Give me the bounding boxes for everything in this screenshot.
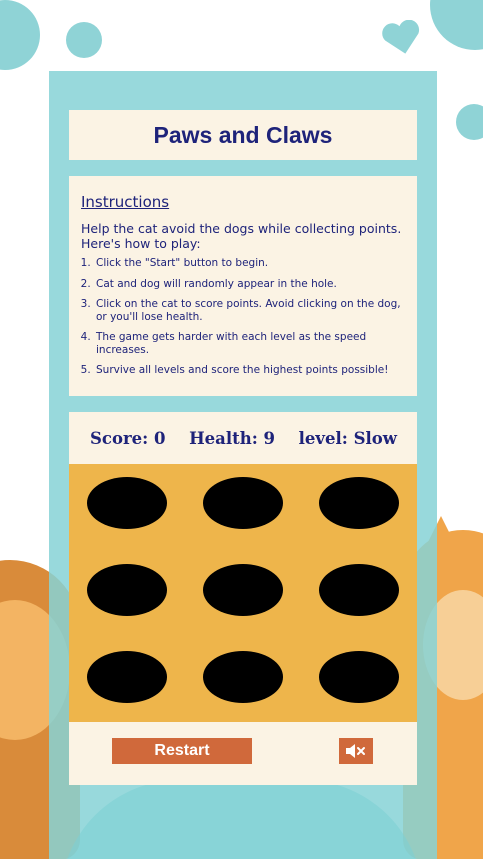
hole-3[interactable] [319, 477, 399, 529]
game-panel: Paws and Claws Instructions Help the cat… [49, 71, 437, 859]
hole-8[interactable] [203, 651, 283, 703]
status-bar: Score: 0 Health: 9 level: Slow [69, 412, 417, 464]
instructions-intro: Help the cat avoid the dogs while collec… [81, 221, 402, 251]
instruction-step: Survive all levels and score the highest… [94, 364, 405, 377]
game-board [69, 464, 417, 722]
health-display: Health: 9 [189, 428, 276, 448]
hole-6[interactable] [319, 564, 399, 616]
instructions-steps: Click the "Start" button to begin. Cat a… [81, 257, 405, 377]
game-title: Paws and Claws [153, 121, 333, 148]
speaker-muted-icon [346, 744, 365, 758]
title-card: Paws and Claws [69, 110, 417, 160]
instructions-card: Instructions Help the cat avoid the dogs… [69, 176, 417, 396]
hole-1[interactable] [87, 477, 167, 529]
hole-5[interactable] [203, 564, 283, 616]
instruction-step: Cat and dog will randomly appear in the … [94, 278, 405, 291]
hole-9[interactable] [319, 651, 399, 703]
instruction-step: Click on the cat to score points. Avoid … [94, 298, 405, 323]
instruction-step: Click the "Start" button to begin. [94, 257, 405, 270]
decorative-circle [0, 0, 40, 70]
controls-bar: Restart [69, 722, 417, 785]
decorative-circle [66, 22, 102, 58]
score-display: Score: 0 [90, 428, 166, 448]
hole-2[interactable] [203, 477, 283, 529]
hole-7[interactable] [87, 651, 167, 703]
hole-4[interactable] [87, 564, 167, 616]
level-display: level: Slow [298, 428, 397, 448]
heart-icon [382, 20, 420, 54]
decorative-circle [430, 0, 483, 50]
restart-button[interactable]: Restart [112, 738, 252, 764]
mute-button[interactable] [339, 738, 373, 764]
instructions-heading: Instructions [81, 193, 170, 211]
decorative-circle [456, 104, 483, 140]
instruction-step: The game gets harder with each level as … [94, 331, 405, 356]
